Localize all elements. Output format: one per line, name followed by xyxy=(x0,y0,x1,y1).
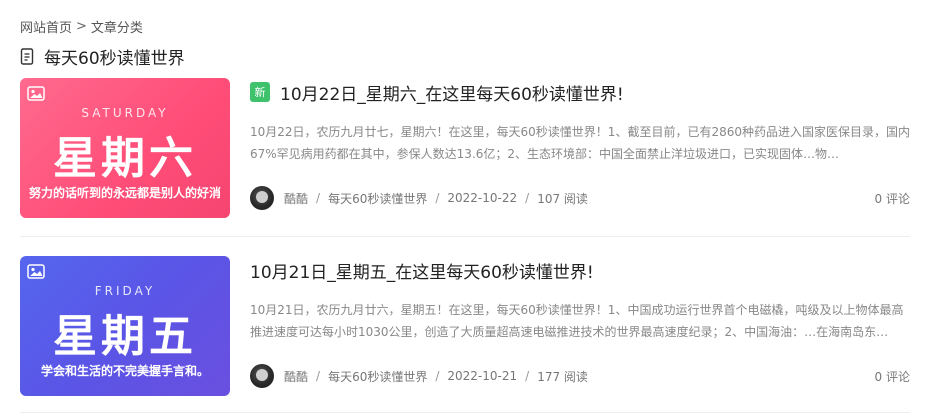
post-excerpt: 10月21日，农历九月廿六，星期五！在这里，每天60秒读懂世界！1、中国成功运行… xyxy=(250,303,904,339)
breadcrumb: 网站首页 > 文章分类 xyxy=(20,17,143,36)
breadcrumb-category-link[interactable]: 文章分类 xyxy=(91,17,143,36)
meta-separator: / xyxy=(435,191,440,205)
post-excerpt: 10月22日，农历九月廿七，星期六！在这里，每天60秒读懂世界！1、截至目前，已… xyxy=(250,125,910,161)
comment-count-link[interactable]: 0 评论 xyxy=(875,190,910,207)
avatar[interactable] xyxy=(250,364,274,388)
meta-separator: / xyxy=(525,369,530,383)
post-meta: 酷酷 / 每天60秒读懂世界 / 2022-10-21 / 177 阅读 0 评… xyxy=(250,364,910,388)
document-icon xyxy=(20,47,36,66)
category-link[interactable]: 每天60秒读懂世界 xyxy=(328,190,427,207)
post-item: SATURDAY 星期六 努力的话听到的永远都是别人的好消 新 10月22日_星… xyxy=(20,78,910,218)
comment-count-link[interactable]: 0 评论 xyxy=(875,368,910,385)
post-title-link[interactable]: 10月21日_星期五_在这里每天60秒读懂世界! xyxy=(250,258,594,283)
post-meta: 酷酷 / 每天60秒读懂世界 / 2022-10-22 / 107 阅读 0 评… xyxy=(250,186,910,210)
meta-separator: / xyxy=(435,369,440,383)
page-title-text: 每天60秒读懂世界 xyxy=(44,49,185,69)
read-count: 177 阅读 xyxy=(537,369,588,384)
avatar[interactable] xyxy=(250,186,274,210)
post-date: 2022-10-22 xyxy=(447,191,518,205)
post-thumbnail[interactable]: FRIDAY 星期五 学会和生活的不完美握手言和。 xyxy=(20,256,230,396)
read-count: 107 阅读 xyxy=(537,191,588,206)
breadcrumb-separator: > xyxy=(76,19,87,34)
divider xyxy=(20,412,910,413)
meta-separator: / xyxy=(316,191,321,205)
thumbnail-chinese-day: 星期五 xyxy=(53,311,197,362)
category-link[interactable]: 每天60秒读懂世界 xyxy=(328,368,427,385)
page-title: 每天60秒读懂世界 xyxy=(20,44,185,69)
author-link[interactable]: 酷酷 xyxy=(284,368,308,385)
new-badge: 新 xyxy=(250,82,270,102)
meta-separator: / xyxy=(525,191,530,205)
thumbnail-slogan: 努力的话听到的永远都是别人的好消 xyxy=(28,186,221,200)
breadcrumb-home-link[interactable]: 网站首页 xyxy=(20,17,72,36)
post-thumbnail[interactable]: SATURDAY 星期六 努力的话听到的永远都是别人的好消 xyxy=(20,78,230,218)
thumbnail-english-day: SATURDAY xyxy=(81,106,169,120)
thumbnail-chinese-day: 星期六 xyxy=(53,133,197,184)
post-content: 10月21日_星期五_在这里每天60秒读懂世界! 10月21日，农历九月廿六，星… xyxy=(250,256,910,396)
thumbnail-slogan: 学会和生活的不完美握手言和。 xyxy=(40,364,209,378)
post-content: 新 10月22日_星期六_在这里每天60秒读懂世界! 10月22日，农历九月廿七… xyxy=(250,78,910,218)
post-title-link[interactable]: 10月22日_星期六_在这里每天60秒读懂世界! xyxy=(280,80,624,105)
post-item: FRIDAY 星期五 学会和生活的不完美握手言和。 10月21日_星期五_在这里… xyxy=(20,256,910,396)
image-icon xyxy=(27,86,45,101)
thumbnail-english-day: FRIDAY xyxy=(94,284,156,298)
post-date: 2022-10-21 xyxy=(447,369,518,383)
image-icon xyxy=(27,264,45,279)
divider xyxy=(20,236,910,237)
meta-separator: / xyxy=(316,369,321,383)
author-link[interactable]: 酷酷 xyxy=(284,190,308,207)
